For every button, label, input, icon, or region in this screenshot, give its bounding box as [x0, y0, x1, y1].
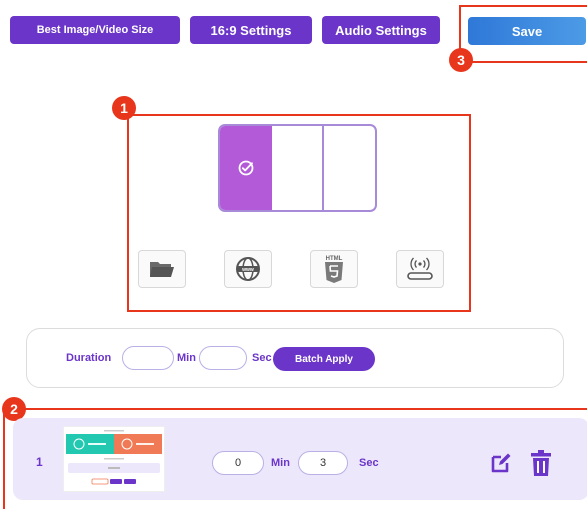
item-sec-input[interactable]	[298, 451, 348, 475]
layout-pane[interactable]	[324, 126, 375, 210]
check-circle-icon	[238, 160, 254, 176]
batch-apply-button[interactable]: Batch Apply	[273, 347, 375, 371]
trash-icon[interactable]	[530, 449, 552, 477]
folder-icon-glyph	[150, 262, 174, 277]
duration-sec-label: Sec	[252, 352, 272, 364]
duration-min-input[interactable]	[122, 346, 174, 370]
item-thumbnail[interactable]	[63, 426, 165, 492]
best-image-video-size-button[interactable]: Best Image/Video Size	[10, 16, 180, 44]
item-index: 1	[36, 455, 43, 469]
layout-selector[interactable]	[218, 124, 377, 212]
duration-sec-input[interactable]	[199, 346, 247, 370]
thumbnail-image	[64, 427, 164, 491]
callout-box-save	[459, 5, 587, 63]
layout-pane[interactable]	[272, 126, 324, 210]
duration-min-label: Min	[177, 352, 196, 364]
web-globe-icon[interactable]: www	[224, 250, 272, 288]
svg-text:HTML: HTML	[326, 256, 343, 262]
html5-icon-glyph: HTML	[325, 256, 343, 283]
html5-icon[interactable]: HTML	[310, 250, 358, 288]
edit-icon[interactable]	[490, 452, 512, 474]
svg-text:www: www	[241, 267, 254, 273]
live-stream-icon[interactable]	[396, 250, 444, 288]
callout-badge-3: 3	[449, 48, 473, 72]
item-min-input[interactable]	[212, 451, 264, 475]
callout-badge-1: 1	[112, 96, 136, 120]
ratio-settings-button[interactable]: 16:9 Settings	[190, 16, 312, 44]
folder-icon[interactable]	[138, 250, 186, 288]
item-min-label: Min	[271, 457, 290, 469]
duration-label: Duration	[66, 352, 112, 364]
layout-pane-selected[interactable]	[220, 126, 272, 210]
audio-settings-button[interactable]: Audio Settings	[322, 16, 440, 44]
globe-icon-glyph: www	[236, 257, 260, 281]
live-stream-icon-glyph	[407, 257, 433, 280]
item-sec-label: Sec	[359, 457, 379, 469]
